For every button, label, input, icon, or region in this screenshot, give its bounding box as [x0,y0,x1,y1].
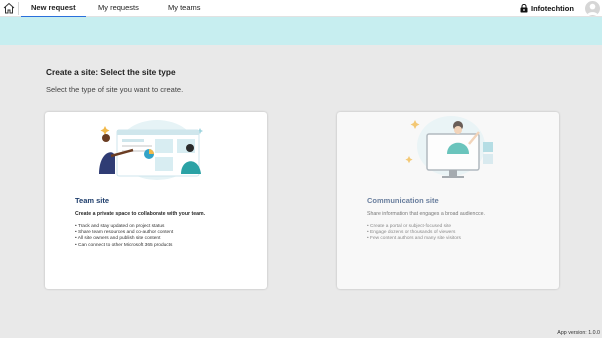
team-site-description: Create a private space to collaborate wi… [75,211,206,217]
communication-site-description: Share information that engages a broad a… [367,211,485,217]
page-title: Create a site: Select the site type [46,67,176,77]
nav-divider [18,2,19,15]
team-site-card[interactable]: Team site Create a private space to coll… [45,112,267,289]
header-band [0,17,602,45]
page-subtitle: Select the type of site you want to crea… [46,85,184,94]
user-avatar[interactable] [585,1,600,16]
team-site-features: Track and stay updated on project status… [75,224,173,249]
brand-name: Infotechtion [531,4,574,13]
top-nav: New request My requests My teams Infotec… [0,0,602,18]
list-item: All site owners and publish site content [75,236,173,242]
home-icon [3,2,15,14]
communication-site-features: Create a portal or subject-focused site … [367,224,461,243]
list-item: Can connect to other Microsoft 365 produ… [75,243,173,249]
app-version: App version: 1.0.0 [557,330,600,336]
user-avatar-icon [587,3,598,15]
communication-site-card[interactable]: Communication site Share information tha… [337,112,559,289]
home-button[interactable] [2,1,16,15]
team-collaboration-illustration [99,120,203,180]
communication-illustration [405,116,493,178]
tab-new-request[interactable]: New request [21,0,86,18]
tab-my-requests[interactable]: My requests [96,0,141,17]
brand-logo: Infotechtion [520,0,574,17]
team-site-title: Team site [75,196,110,205]
tab-my-teams[interactable]: My teams [166,0,203,17]
communication-site-title: Communication site [367,196,439,205]
list-item: Few content authors and many site visito… [367,236,461,242]
lock-icon [520,4,528,13]
